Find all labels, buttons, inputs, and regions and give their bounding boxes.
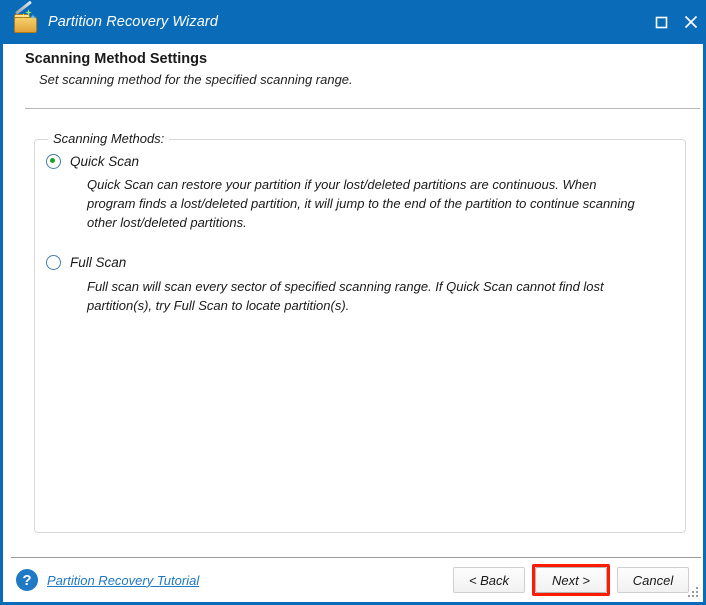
quick-scan-description: Quick Scan can restore your partition if… — [87, 177, 635, 230]
header-divider — [25, 108, 700, 109]
partition-wizard-icon — [13, 0, 37, 34]
cancel-button[interactable]: Cancel — [617, 567, 689, 593]
radio-full-scan-icon[interactable] — [46, 255, 61, 270]
page-subtitle: Set scanning method for the specified sc… — [39, 72, 353, 87]
maximize-icon[interactable] — [646, 0, 676, 44]
question-mark-icon[interactable]: ? — [16, 569, 38, 591]
footer-divider — [11, 557, 701, 558]
radio-full-scan-label: Full Scan — [70, 255, 127, 270]
radio-quick-scan-label: Quick Scan — [70, 154, 140, 169]
radio-quick-scan-icon[interactable] — [46, 154, 61, 169]
page-header: Scanning Method Settings Set scanning me… — [3, 44, 703, 110]
full-scan-description: Full scan will scan every sector of spec… — [87, 279, 604, 313]
next-button-highlight: Next > — [532, 564, 610, 596]
partition-recovery-tutorial-link[interactable]: Partition Recovery Tutorial — [47, 573, 199, 588]
close-icon[interactable] — [676, 0, 703, 44]
wizard-button-bar: < Back Next > Cancel — [453, 564, 689, 596]
radio-option-full-scan[interactable]: Full Scan — [46, 255, 126, 270]
partition-recovery-wizard-window: Partition Recovery Wizard Scanning Metho… — [0, 0, 706, 605]
titlebar: Partition Recovery Wizard — [3, 0, 703, 44]
radio-option-quick-scan[interactable]: Quick Scan — [46, 154, 139, 169]
next-button[interactable]: Next > — [535, 567, 607, 593]
page-title: Scanning Method Settings — [25, 51, 208, 67]
help-area: ? Partition Recovery Tutorial — [16, 569, 199, 591]
scanning-methods-legend: Scanning Methods: — [48, 131, 170, 146]
resize-grip[interactable] — [688, 587, 699, 598]
window-title: Partition Recovery Wizard — [48, 14, 218, 30]
window-controls — [646, 0, 703, 44]
back-button[interactable]: < Back — [453, 567, 525, 593]
